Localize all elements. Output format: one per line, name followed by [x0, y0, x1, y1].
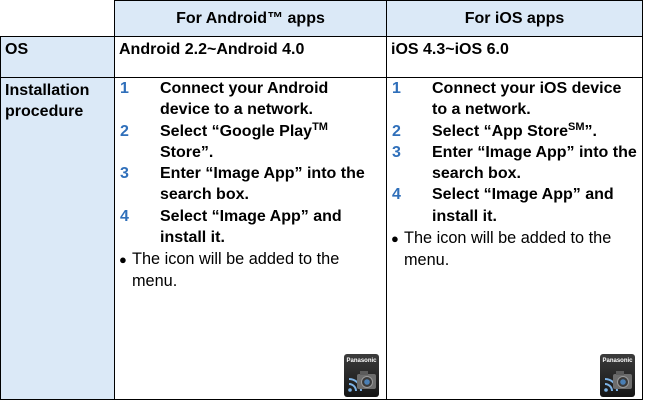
brand-label: Panasonic: [602, 358, 633, 364]
step-number: 1: [120, 80, 129, 97]
android-step: 3 Enter “Image App” into the search box.: [119, 163, 382, 206]
android-steps-list: 1 Connect your Android device to a netwo…: [119, 78, 382, 248]
service-mark: SM: [568, 120, 585, 133]
step-text: Enter “Image App” into the search box.: [160, 165, 365, 204]
step-text-part: Select “Google Play: [160, 122, 313, 140]
step-number: 3: [120, 165, 129, 183]
note-text: The icon will be added to the menu.: [132, 250, 340, 290]
image-app-icon: Panasonic: [344, 354, 379, 397]
android-os-version: Android 2.2~Android 4.0: [114, 36, 387, 78]
bullet-icon: ●: [391, 231, 399, 247]
row-header-installation: Installation procedure: [0, 77, 115, 400]
step-text: Connect your Android device to a network…: [160, 80, 329, 119]
image-app-icon: Panasonic: [600, 354, 635, 397]
ios-procedure: 1 Connect your iOS device to a network. …: [386, 77, 643, 400]
step-text: Enter “Image App” into the search box.: [432, 143, 637, 183]
step-number: 1: [392, 80, 401, 97]
header-row: For Android™ apps For iOS apps: [0, 0, 643, 37]
trademark-mark: TM: [312, 120, 328, 133]
note-text: The icon will be added to the menu.: [404, 229, 612, 269]
ios-steps-list: 1 Connect your iOS device to a network. …: [391, 78, 638, 227]
row-header-os-label: OS: [5, 41, 29, 58]
step-text: Select “Image App” and install it.: [432, 186, 614, 225]
ios-step: 3 Enter “Image App” into the search box.: [391, 142, 638, 185]
os-row: OS Android 2.2~Android 4.0 iOS 4.3~iOS 6…: [0, 36, 643, 78]
ios-step: 1 Connect your iOS device to a network.: [391, 78, 638, 121]
camera-icon: [604, 371, 632, 392]
ios-os-version: iOS 4.3~iOS 6.0: [386, 36, 643, 78]
corner-cell: [0, 0, 115, 37]
android-procedure: 1 Connect your Android device to a netwo…: [114, 77, 387, 400]
bullet-icon: ●: [119, 252, 127, 268]
step-text: Select “Image App” and install it.: [160, 207, 342, 247]
row-header-installation-line1: Installation: [5, 82, 90, 99]
row-header-os: OS: [0, 36, 115, 78]
step-text-part: Select “App Store: [432, 122, 569, 140]
step-number: 2: [392, 122, 401, 140]
step-number: 2: [120, 122, 129, 140]
ios-step: 2 Select “App StoreSM”.: [391, 121, 638, 142]
row-header-installation-line2: procedure: [5, 103, 84, 120]
android-step: 4 Select “Image App” and install it.: [119, 206, 382, 249]
android-note: ● The icon will be added to the menu.: [119, 249, 382, 292]
step-number: 3: [392, 143, 401, 161]
brand-label: Panasonic: [346, 358, 377, 364]
ios-step: 4 Select “Image App” and install it.: [391, 184, 638, 227]
camera-icon: [348, 371, 376, 392]
column-header-android: For Android™ apps: [114, 0, 387, 37]
step-number: 4: [120, 207, 129, 225]
ios-note: ● The icon will be added to the menu.: [391, 228, 638, 271]
android-step: 1 Connect your Android device to a netwo…: [119, 78, 382, 121]
step-number: 4: [392, 186, 401, 204]
android-step: 2 Select “Google PlayTM Store”.: [119, 121, 382, 164]
step-text: Select “Google PlayTM Store”.: [160, 121, 382, 164]
app-install-table: For Android™ apps For iOS apps OS Androi…: [0, 0, 643, 400]
column-header-ios: For iOS apps: [386, 0, 643, 37]
installation-row: Installation procedure 1 Connect your An…: [0, 77, 643, 400]
step-text: Connect your iOS device to a network.: [432, 80, 622, 119]
step-text-part: Store”.: [160, 143, 214, 161]
step-text-part: ”.: [584, 122, 597, 140]
step-text: Select “App StoreSM”.: [432, 121, 638, 142]
